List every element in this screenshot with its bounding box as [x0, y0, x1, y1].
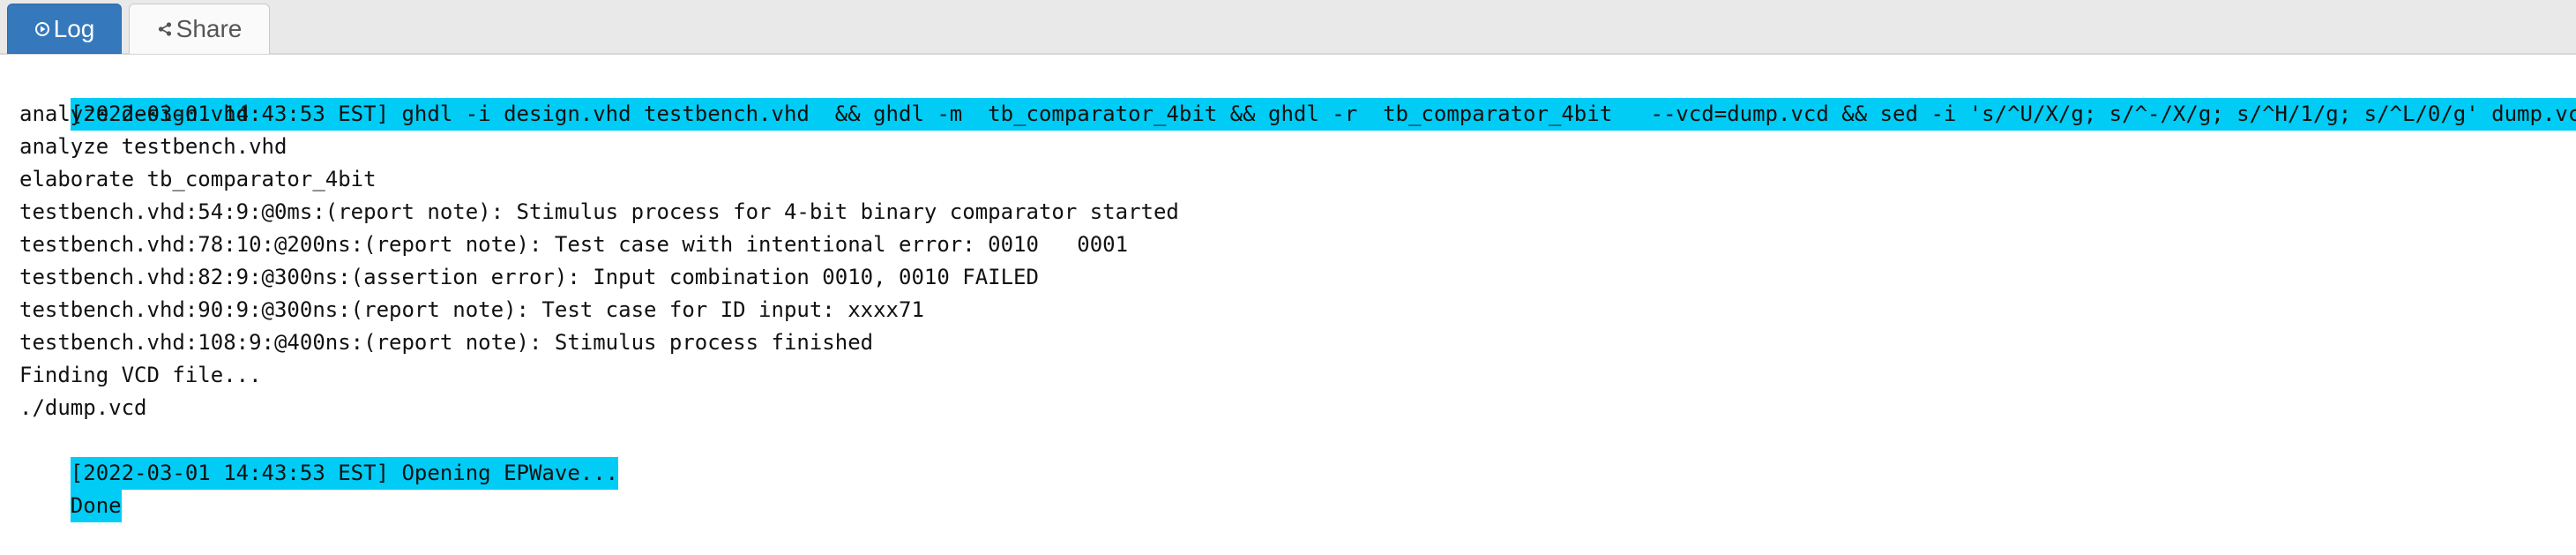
log-line: elaborate tb_comparator_4bit — [19, 167, 377, 191]
done-line-text: Done — [70, 490, 122, 522]
log-output: [2022-03-01 14:43:53 EST] ghdl -i design… — [19, 65, 2576, 522]
log-line: analyze testbench.vhd — [19, 134, 287, 159]
tab-share-label: Share — [175, 15, 243, 42]
log-line: testbench.vhd:54:9:@0ms:(report note): S… — [19, 199, 1179, 224]
log-line: testbench.vhd:82:9:@300ns:(assertion err… — [19, 265, 1039, 289]
log-line: Finding VCD file... — [19, 363, 262, 387]
share-icon — [157, 21, 173, 37]
log-line-epwave: [2022-03-01 14:43:53 EST] Opening EPWave… — [19, 424, 2568, 490]
tab-share[interactable]: Share — [129, 4, 270, 54]
epwave-line-text: [2022-03-01 14:43:53 EST] Opening EPWave… — [70, 457, 619, 490]
log-line: testbench.vhd:108:9:@400ns:(report note)… — [19, 330, 874, 355]
tab-bar: Log Share — [0, 0, 2576, 55]
log-line: ./dump.vcd — [19, 395, 147, 420]
log-line-command: [2022-03-01 14:43:53 EST] ghdl -i design… — [19, 65, 2576, 131]
tab-log-label: Log — [53, 14, 95, 42]
log-line: testbench.vhd:78:10:@200ns:(report note)… — [19, 232, 1129, 257]
command-line-text: [2022-03-01 14:43:53 EST] ghdl -i design… — [70, 98, 2576, 131]
play-circle-icon — [34, 21, 50, 37]
tab-log[interactable]: Log — [7, 4, 122, 54]
log-line: testbench.vhd:90:9:@300ns:(report note):… — [19, 297, 924, 322]
